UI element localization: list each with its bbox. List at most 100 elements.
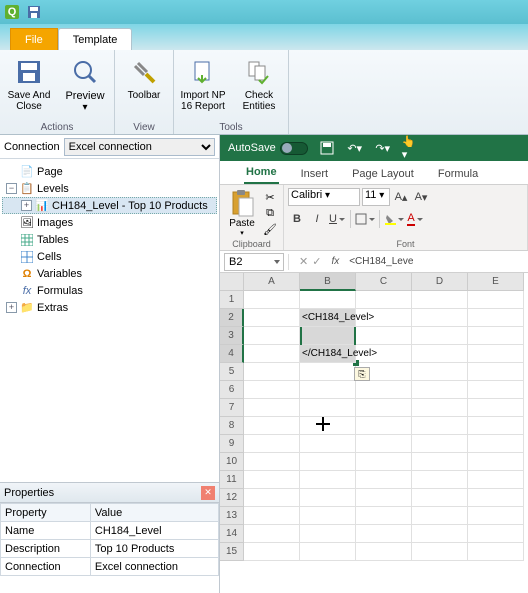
cell[interactable] <box>468 525 524 543</box>
row-header[interactable]: 3 <box>220 327 244 345</box>
cell[interactable] <box>244 507 300 525</box>
qat-undo-icon[interactable]: ↶▾ <box>346 139 364 157</box>
tab-template[interactable]: Template <box>58 28 133 50</box>
cell[interactable] <box>468 435 524 453</box>
name-box[interactable]: B2 <box>224 253 284 271</box>
cell[interactable] <box>356 471 412 489</box>
cell[interactable] <box>356 543 412 561</box>
cell[interactable] <box>244 327 300 345</box>
properties-table[interactable]: PropertyValue NameCH184_Level Descriptio… <box>0 503 219 576</box>
col-header[interactable]: C <box>356 273 412 291</box>
cell[interactable] <box>412 327 468 345</box>
cell[interactable] <box>244 471 300 489</box>
tree-images[interactable]: 🖼Images <box>2 214 217 231</box>
column-headers[interactable]: A B C D E <box>244 273 524 291</box>
row-header[interactable]: 12 <box>220 489 244 507</box>
cell[interactable] <box>300 525 356 543</box>
cell[interactable] <box>356 489 412 507</box>
row-header[interactable]: 10 <box>220 453 244 471</box>
cell[interactable] <box>300 543 356 561</box>
qat-redo-icon[interactable]: ↷▾ <box>374 139 392 157</box>
table-row[interactable]: DescriptionTop 10 Products <box>1 540 219 558</box>
cell[interactable] <box>468 363 524 381</box>
cell[interactable] <box>356 507 412 525</box>
save-and-close-button[interactable]: Save And Close <box>2 54 56 121</box>
cell[interactable] <box>356 381 412 399</box>
cell[interactable] <box>300 381 356 399</box>
cell[interactable] <box>412 471 468 489</box>
cell[interactable] <box>244 399 300 417</box>
cell[interactable] <box>300 489 356 507</box>
cut-icon[interactable]: ✂ <box>262 190 278 204</box>
col-header[interactable]: E <box>468 273 524 291</box>
col-header[interactable]: B <box>300 273 356 291</box>
cell[interactable] <box>356 291 412 309</box>
cell[interactable] <box>412 543 468 561</box>
cell[interactable] <box>300 399 356 417</box>
paste-button[interactable]: Paste ▾ <box>224 188 260 239</box>
format-painter-icon[interactable]: 🖌 <box>262 222 278 236</box>
fx-icon[interactable]: fx <box>327 256 343 267</box>
cell[interactable] <box>244 489 300 507</box>
cell[interactable] <box>468 327 524 345</box>
cell[interactable]: <CH184_Level> <box>300 309 356 327</box>
cell[interactable] <box>412 507 468 525</box>
cell[interactable] <box>300 417 356 435</box>
cell[interactable] <box>412 381 468 399</box>
col-header[interactable]: D <box>412 273 468 291</box>
cell[interactable] <box>244 309 300 327</box>
cell[interactable] <box>468 381 524 399</box>
row-headers[interactable]: 1 2 3 4 5 6 7 8 9 10 11 12 13 14 15 <box>220 291 244 561</box>
row-header[interactable]: 1 <box>220 291 244 309</box>
worksheet[interactable]: A B C D E 1 2 3 4 5 6 7 8 9 10 11 12 13 … <box>220 273 528 593</box>
cell[interactable] <box>468 291 524 309</box>
cell[interactable] <box>468 345 524 363</box>
cell[interactable] <box>356 417 412 435</box>
cell[interactable] <box>300 327 356 345</box>
cell[interactable] <box>244 291 300 309</box>
fill-color-button[interactable] <box>384 210 404 228</box>
cell[interactable] <box>356 453 412 471</box>
autosave-toggle[interactable]: AutoSave <box>228 142 308 155</box>
shrink-font-icon[interactable]: A▾ <box>412 188 430 206</box>
tree-page[interactable]: 📄Page <box>2 163 217 180</box>
cell[interactable] <box>356 435 412 453</box>
cell[interactable] <box>412 363 468 381</box>
cell[interactable] <box>244 543 300 561</box>
row-header[interactable]: 6 <box>220 381 244 399</box>
qat-save-icon[interactable] <box>318 139 336 157</box>
table-row[interactable]: ConnectionExcel connection <box>1 558 219 576</box>
etab-formula[interactable]: Formula <box>436 164 480 184</box>
cell[interactable] <box>412 435 468 453</box>
accept-formula-icon[interactable]: ✓ <box>312 255 321 268</box>
qat-touch-icon[interactable]: 👆▾ <box>402 139 420 157</box>
check-entities-button[interactable]: Check Entities <box>232 54 286 121</box>
cancel-formula-icon[interactable]: ✕ <box>299 255 308 268</box>
bold-button[interactable]: B <box>288 210 306 228</box>
font-name-select[interactable]: Calibri ▾ <box>288 188 360 206</box>
cell[interactable] <box>300 363 356 381</box>
cell[interactable] <box>244 435 300 453</box>
connection-select[interactable]: Excel connection <box>64 138 215 156</box>
tree-cells[interactable]: Cells <box>2 248 217 265</box>
cell[interactable] <box>412 345 468 363</box>
table-row[interactable]: NameCH184_Level <box>1 522 219 540</box>
cell[interactable] <box>244 381 300 399</box>
row-header[interactable]: 4 <box>220 345 244 363</box>
select-all-corner[interactable] <box>220 273 244 291</box>
cell[interactable] <box>468 453 524 471</box>
cell[interactable] <box>244 525 300 543</box>
cell[interactable] <box>412 309 468 327</box>
preview-button[interactable]: Preview▾ <box>58 54 112 121</box>
cell[interactable] <box>468 399 524 417</box>
toolbar-button[interactable]: Toolbar <box>117 54 171 121</box>
cell[interactable] <box>468 543 524 561</box>
row-header[interactable]: 9 <box>220 435 244 453</box>
cell[interactable] <box>468 417 524 435</box>
col-header[interactable]: A <box>244 273 300 291</box>
italic-button[interactable]: I <box>308 210 326 228</box>
tab-file[interactable]: File <box>10 28 58 50</box>
cell[interactable] <box>468 489 524 507</box>
row-header[interactable]: 11 <box>220 471 244 489</box>
cell[interactable] <box>412 525 468 543</box>
